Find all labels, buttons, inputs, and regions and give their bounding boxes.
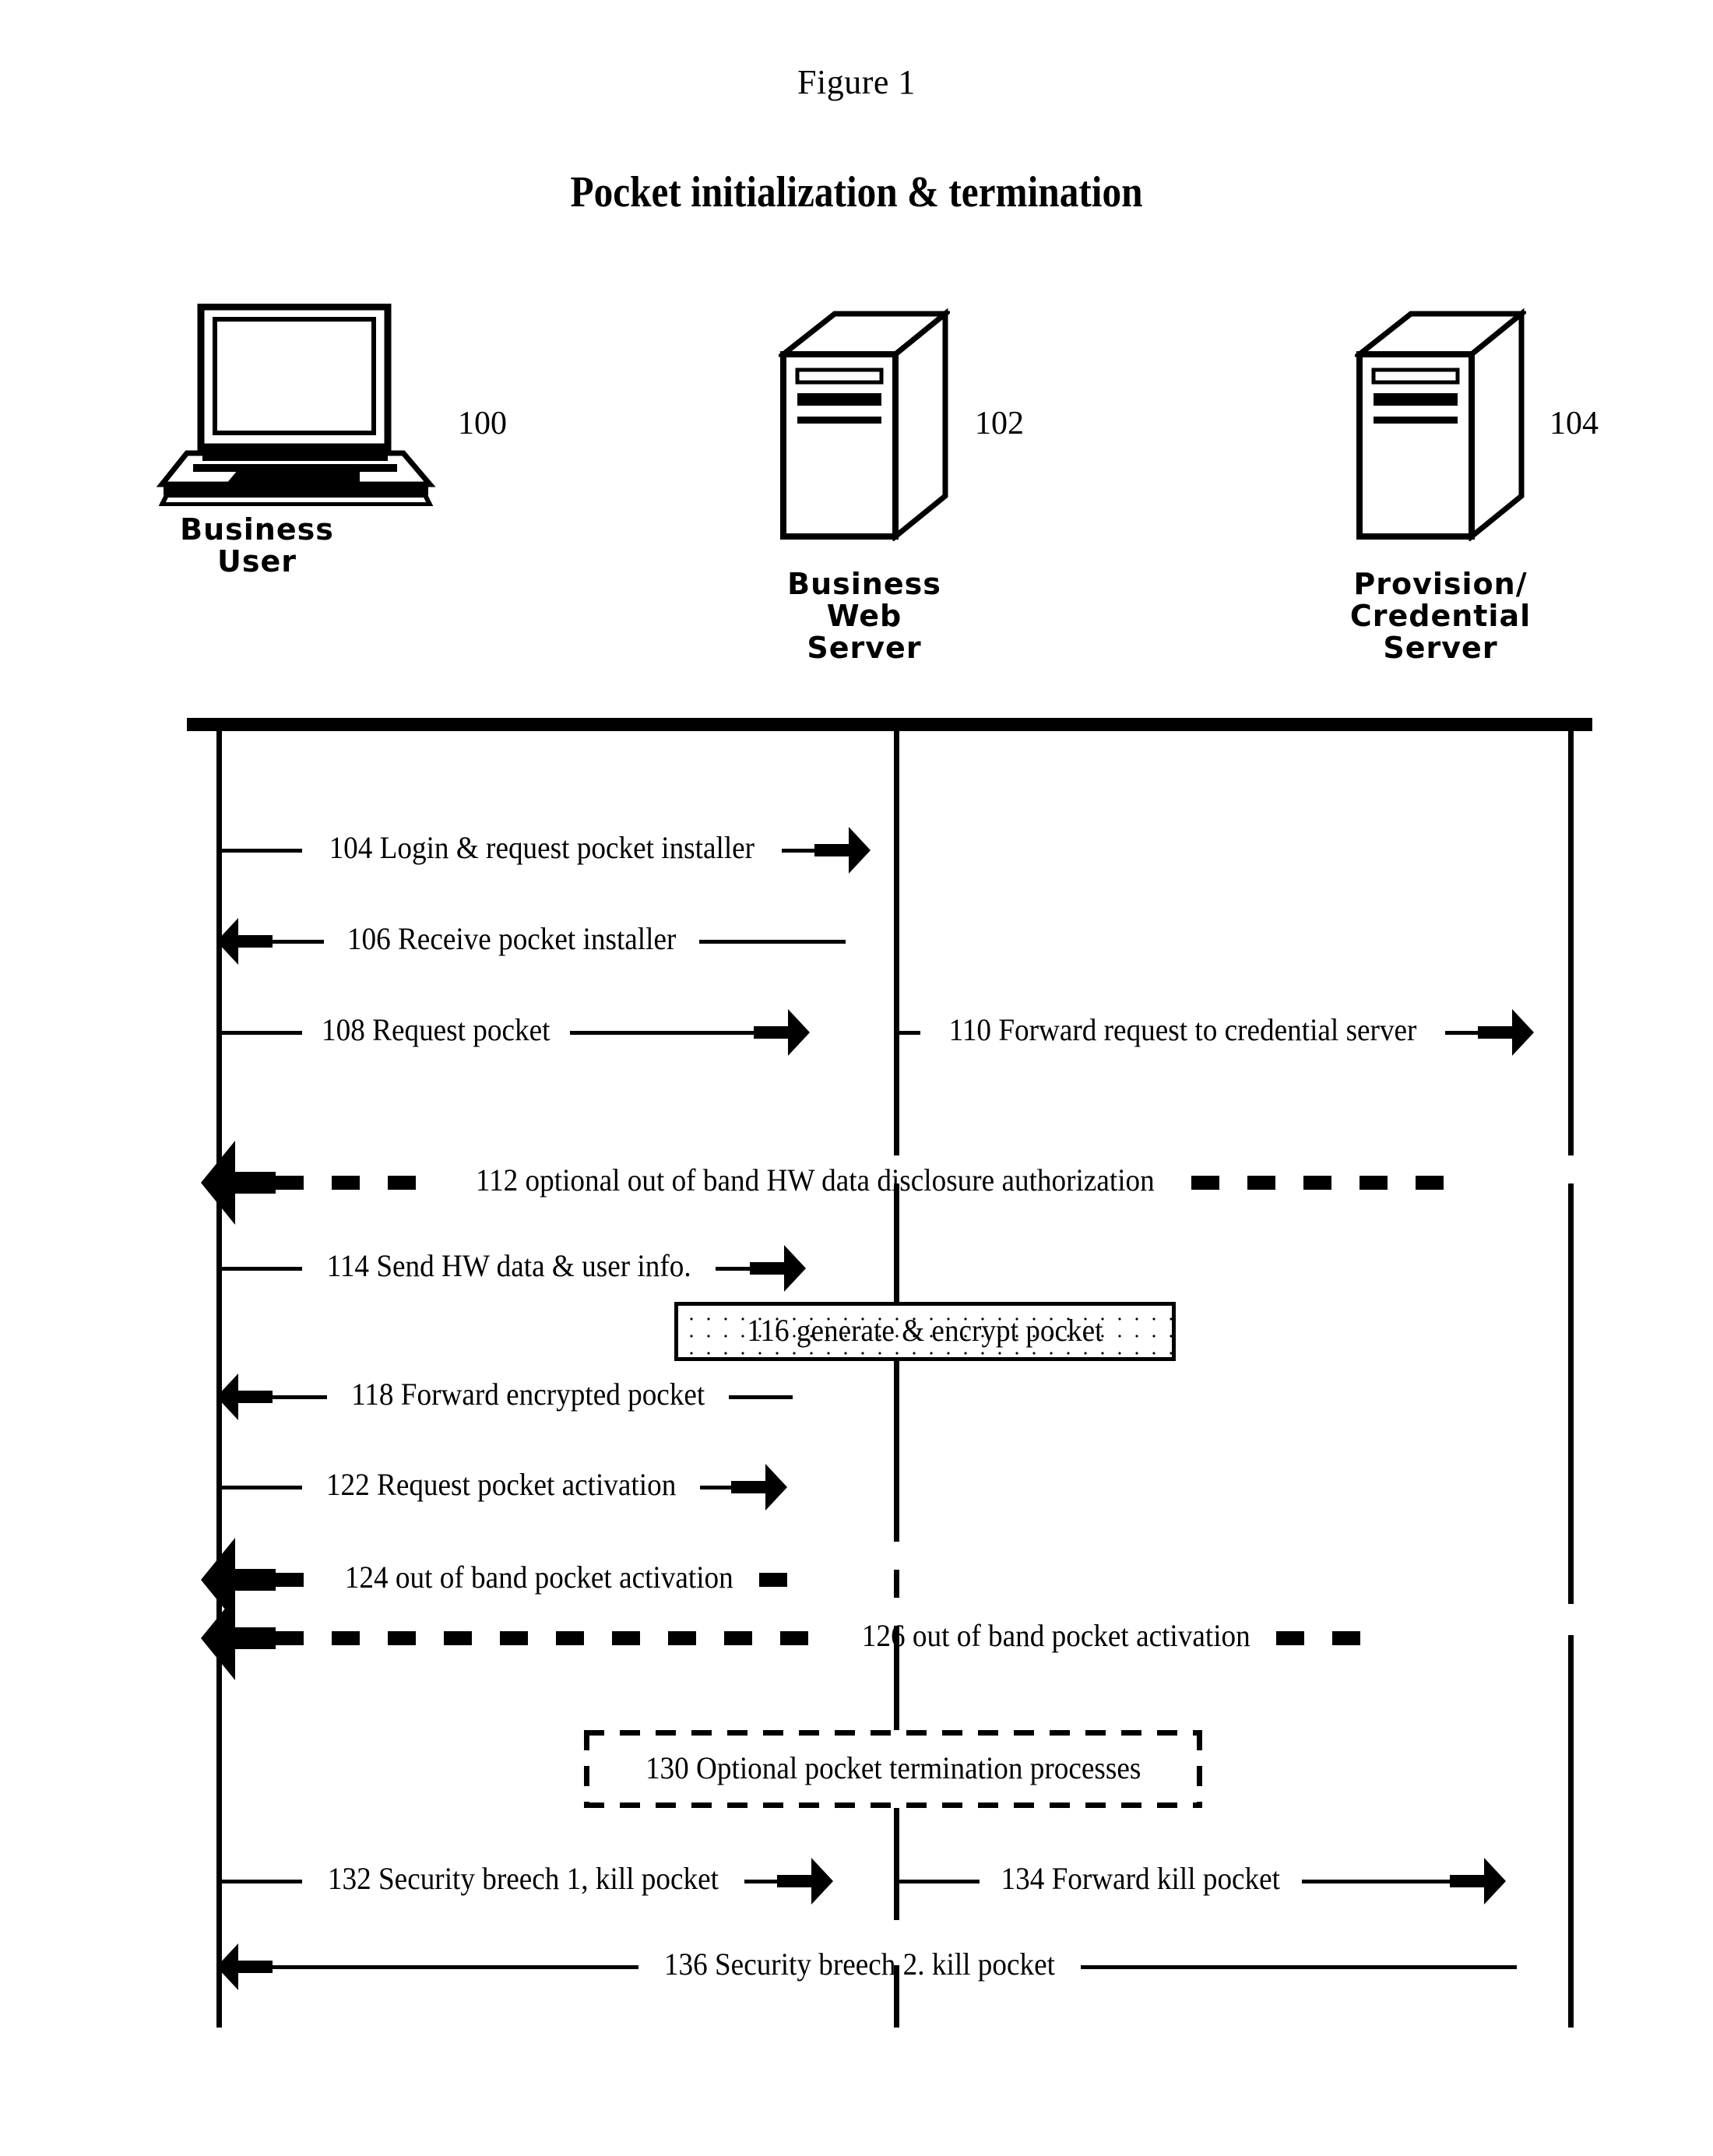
arrowhead-right-icon <box>753 1009 810 1056</box>
lifeline-credential-server <box>1568 1635 1574 2028</box>
actor-label-credential-server: Provision/ Credential Server <box>1285 568 1596 664</box>
actor-ref-100: 100 <box>458 406 507 441</box>
arrowhead-right-icon <box>1449 1858 1506 1905</box>
arrowhead-left-icon <box>201 1596 276 1680</box>
header-separator-bar <box>187 718 1592 731</box>
message-label: 124 out of band pocket activation <box>344 1560 733 1595</box>
message-label: 114 Send HW data & user info. <box>326 1248 691 1283</box>
message-label: 134 Forward kill pocket <box>1001 1861 1281 1896</box>
message-label: 108 Request pocket <box>322 1012 550 1047</box>
message-label: 110 Forward request to credential server <box>948 1012 1417 1047</box>
actor-ref-102: 102 <box>975 406 1024 441</box>
message-label: 112 optional out of band HW data disclos… <box>475 1162 1155 1198</box>
lifeline-business-web-server <box>894 1570 899 1598</box>
note-130-optional-termination: 130 Optional pocket termination processe… <box>584 1730 1202 1808</box>
message-label: 122 Request pocket activation <box>325 1467 677 1502</box>
message-label: 104 Login & request pocket installer <box>329 830 755 865</box>
lifeline-credential-server <box>1568 1184 1574 1604</box>
message-label: 136 Security breech 2. kill pocket <box>663 1947 1055 1982</box>
message-label: 106 Receive pocket installer <box>346 921 677 956</box>
arrowhead-right-icon <box>814 827 871 874</box>
message-label: 132 Security breech 1, kill pocket <box>327 1861 719 1896</box>
actor-label-business-user: Business User <box>93 512 420 579</box>
diagram-title: Pocket initialization & termination <box>570 168 1143 216</box>
actor-label-line: Business Web Server <box>787 567 941 666</box>
arrowhead-right-icon <box>750 1245 807 1292</box>
patent-figure: Figure 1 Pocket initialization & termina… <box>0 0 1713 2156</box>
arrowhead-left-icon <box>216 1943 273 1990</box>
arrowhead-left-icon <box>216 1373 273 1420</box>
lifeline-business-web-server <box>894 1184 899 1542</box>
message-label: 126 out of band pocket activation <box>861 1618 1250 1653</box>
arrowhead-left-icon <box>201 1141 276 1225</box>
lifeline-credential-server <box>1568 726 1574 1155</box>
server-tower-icon <box>1351 308 1529 543</box>
actor-ref-104: 104 <box>1549 406 1599 441</box>
actor-label-line: Business User <box>180 512 334 579</box>
note-label: 116 generate & encrypt pocket <box>747 1312 1103 1348</box>
arrowhead-right-icon <box>776 1858 833 1905</box>
message-label: 118 Forward encrypted pocket <box>351 1377 705 1412</box>
arrowhead-right-icon <box>731 1464 788 1511</box>
note-label: 130 Optional pocket termination processe… <box>645 1750 1141 1785</box>
server-tower-icon <box>775 308 953 543</box>
note-116-generate-encrypt-pocket: 116 generate & encrypt pocket <box>674 1302 1176 1361</box>
arrowhead-left-icon <box>216 918 273 965</box>
laptop-icon <box>156 303 436 507</box>
lifeline-business-web-server <box>894 726 899 1155</box>
figure-label: Figure 1 <box>797 63 916 101</box>
actor-label-business-web-server: Business Web Server <box>709 568 1020 664</box>
actor-label-line: Provision/ Credential Server <box>1349 567 1532 666</box>
arrowhead-right-icon <box>1478 1009 1535 1056</box>
